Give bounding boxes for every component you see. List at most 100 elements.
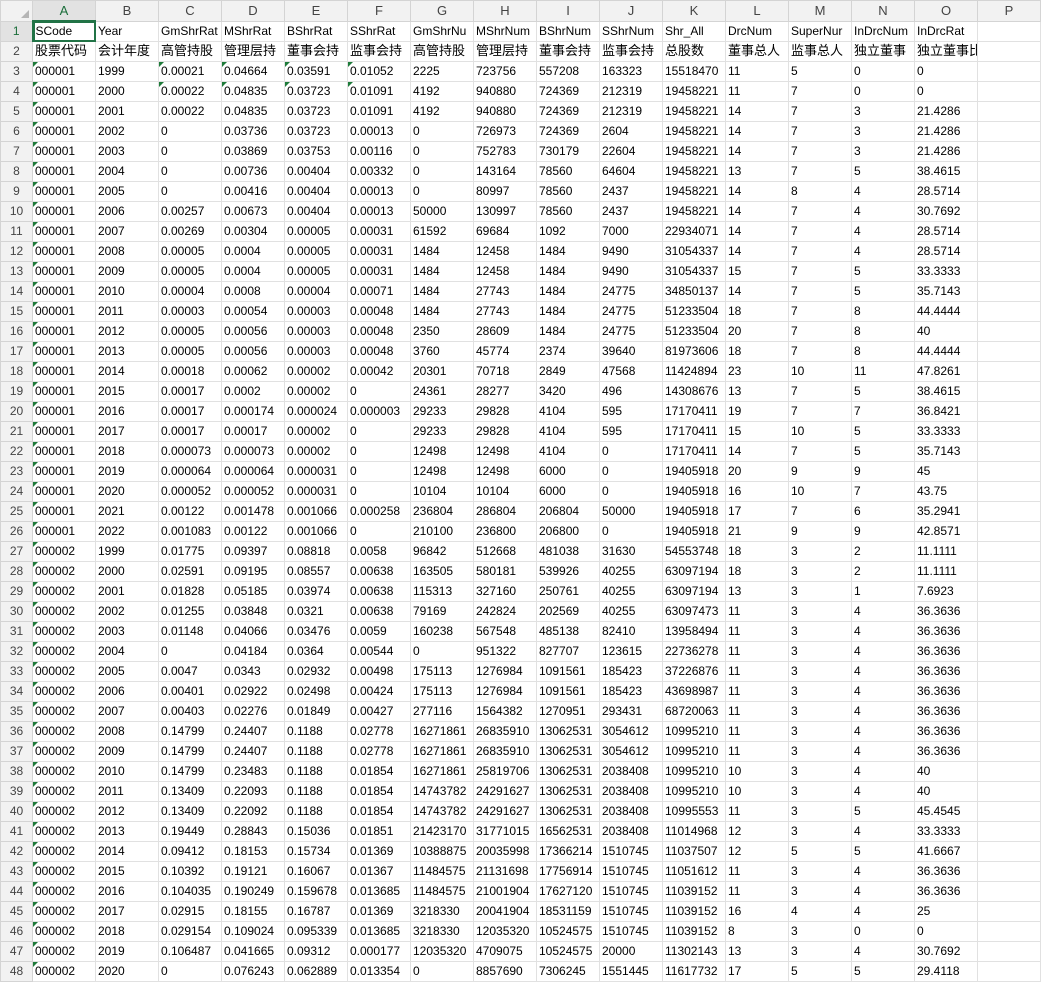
cell-I17[interactable]: 2374 [536, 341, 600, 362]
row-header[interactable]: 17 [0, 341, 33, 362]
cell-K2[interactable]: 总股数 [662, 41, 726, 62]
cell-E4[interactable]: 0.03723 [284, 81, 348, 102]
cell-L20[interactable]: 19 [725, 401, 789, 422]
row-header[interactable]: 36 [0, 721, 33, 742]
row-header[interactable]: 34 [0, 681, 33, 702]
cell-H1[interactable]: MShrNum [473, 20, 537, 42]
row-header[interactable]: 38 [0, 761, 33, 782]
cell-G40[interactable]: 14743782 [410, 801, 474, 822]
cell-H10[interactable]: 130997 [473, 201, 537, 222]
cell-O4[interactable]: 0 [914, 81, 978, 102]
cell-O47[interactable]: 30.7692 [914, 941, 978, 962]
cell-F28[interactable]: 0.00638 [347, 561, 411, 582]
cell-G14[interactable]: 1484 [410, 281, 474, 302]
cell-O21[interactable]: 33.3333 [914, 421, 978, 442]
cell-D47[interactable]: 0.041665 [221, 941, 285, 962]
cell-K26[interactable]: 19405918 [662, 521, 726, 542]
row-header[interactable]: 35 [0, 701, 33, 722]
cell-A24[interactable]: 000001 [32, 481, 96, 502]
cell-D27[interactable]: 0.09397 [221, 541, 285, 562]
cell-C11[interactable]: 0.00269 [158, 221, 222, 242]
cell-K47[interactable]: 11302143 [662, 941, 726, 962]
cell-N44[interactable]: 4 [851, 881, 915, 902]
cell-M14[interactable]: 7 [788, 281, 852, 302]
cell-H32[interactable]: 951322 [473, 641, 537, 662]
cell-I28[interactable]: 539926 [536, 561, 600, 582]
cell-O1[interactable]: InDrcRat [914, 20, 978, 42]
cell-M19[interactable]: 7 [788, 381, 852, 402]
cell-L39[interactable]: 10 [725, 781, 789, 802]
cell-M15[interactable]: 7 [788, 301, 852, 322]
cell-A32[interactable]: 000002 [32, 641, 96, 662]
cell-C32[interactable]: 0 [158, 641, 222, 662]
cell-D14[interactable]: 0.0008 [221, 281, 285, 302]
cell-G25[interactable]: 236804 [410, 501, 474, 522]
cell-A48[interactable]: 000002 [32, 961, 96, 982]
cell-I38[interactable]: 13062531 [536, 761, 600, 782]
cell-B40[interactable]: 2012 [95, 801, 159, 822]
cell-C46[interactable]: 0.029154 [158, 921, 222, 942]
cell-E33[interactable]: 0.02932 [284, 661, 348, 682]
cell-L19[interactable]: 13 [725, 381, 789, 402]
cell-E10[interactable]: 0.00404 [284, 201, 348, 222]
cell-P30[interactable] [977, 601, 1041, 622]
cell-L5[interactable]: 14 [725, 101, 789, 122]
cell-P26[interactable] [977, 521, 1041, 542]
cell-P29[interactable] [977, 581, 1041, 602]
cell-G47[interactable]: 12035320 [410, 941, 474, 962]
cell-H28[interactable]: 580181 [473, 561, 537, 582]
cell-A23[interactable]: 000001 [32, 461, 96, 482]
column-header-K[interactable]: K [662, 0, 726, 22]
cell-B47[interactable]: 2019 [95, 941, 159, 962]
cell-C5[interactable]: 0.00022 [158, 101, 222, 122]
cell-E21[interactable]: 0.00002 [284, 421, 348, 442]
cell-D7[interactable]: 0.03869 [221, 141, 285, 162]
cell-I7[interactable]: 730179 [536, 141, 600, 162]
cell-J5[interactable]: 212319 [599, 101, 663, 122]
cell-N34[interactable]: 4 [851, 681, 915, 702]
cell-G18[interactable]: 20301 [410, 361, 474, 382]
cell-L38[interactable]: 10 [725, 761, 789, 782]
cell-J13[interactable]: 9490 [599, 261, 663, 282]
cell-N37[interactable]: 4 [851, 741, 915, 762]
cell-D42[interactable]: 0.18153 [221, 841, 285, 862]
cell-K16[interactable]: 51233504 [662, 321, 726, 342]
cell-M47[interactable]: 3 [788, 941, 852, 962]
cell-M41[interactable]: 3 [788, 821, 852, 842]
cell-K48[interactable]: 11617732 [662, 961, 726, 982]
cell-D17[interactable]: 0.00056 [221, 341, 285, 362]
cell-F19[interactable]: 0 [347, 381, 411, 402]
cell-N21[interactable]: 5 [851, 421, 915, 442]
cell-K15[interactable]: 51233504 [662, 301, 726, 322]
cell-C47[interactable]: 0.106487 [158, 941, 222, 962]
cell-I11[interactable]: 1092 [536, 221, 600, 242]
cell-A36[interactable]: 000002 [32, 721, 96, 742]
cell-E29[interactable]: 0.03974 [284, 581, 348, 602]
row-header[interactable]: 33 [0, 661, 33, 682]
cell-H41[interactable]: 31771015 [473, 821, 537, 842]
cell-C26[interactable]: 0.001083 [158, 521, 222, 542]
cell-C37[interactable]: 0.14799 [158, 741, 222, 762]
cell-J22[interactable]: 0 [599, 441, 663, 462]
cell-F45[interactable]: 0.01369 [347, 901, 411, 922]
cell-N19[interactable]: 5 [851, 381, 915, 402]
cell-B12[interactable]: 2008 [95, 241, 159, 262]
cell-E48[interactable]: 0.062889 [284, 961, 348, 982]
cell-J26[interactable]: 0 [599, 521, 663, 542]
cell-B32[interactable]: 2004 [95, 641, 159, 662]
cell-B35[interactable]: 2007 [95, 701, 159, 722]
cell-D2[interactable]: 管理层持 [221, 41, 285, 62]
cell-A26[interactable]: 000001 [32, 521, 96, 542]
cell-G6[interactable]: 0 [410, 121, 474, 142]
cell-P9[interactable] [977, 181, 1041, 202]
cell-O9[interactable]: 28.5714 [914, 181, 978, 202]
cell-D39[interactable]: 0.22093 [221, 781, 285, 802]
cell-M34[interactable]: 3 [788, 681, 852, 702]
cell-L41[interactable]: 12 [725, 821, 789, 842]
cell-J16[interactable]: 24775 [599, 321, 663, 342]
cell-H30[interactable]: 242824 [473, 601, 537, 622]
cell-K41[interactable]: 11014968 [662, 821, 726, 842]
cell-A44[interactable]: 000002 [32, 881, 96, 902]
cell-L14[interactable]: 14 [725, 281, 789, 302]
cell-I3[interactable]: 557208 [536, 61, 600, 82]
